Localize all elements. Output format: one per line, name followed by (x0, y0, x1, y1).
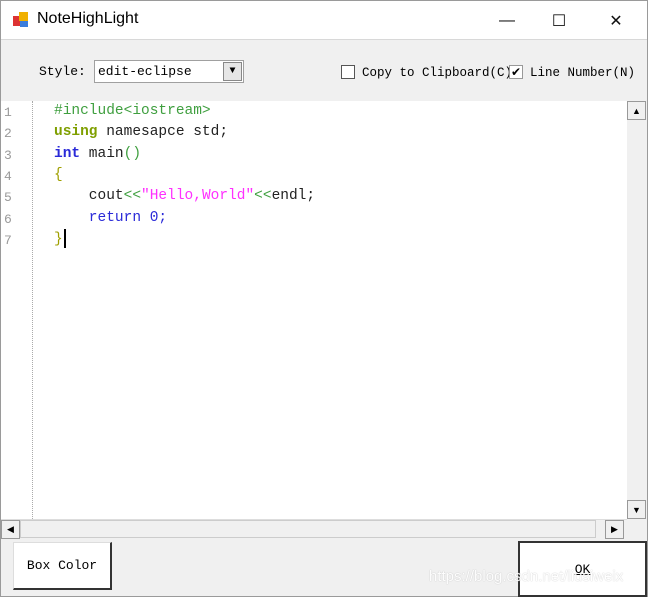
box-color-button[interactable]: Box Color (13, 542, 112, 590)
copy-to-clipboard-label: Copy to Clipboard(C) (362, 66, 513, 80)
scroll-down-icon[interactable]: ▼ (627, 500, 646, 519)
style-select[interactable]: edit-eclipse ▼ (94, 60, 244, 83)
line-number: 2 (4, 126, 12, 142)
line-number: 3 (4, 147, 12, 163)
copy-to-clipboard-checkbox[interactable] (341, 65, 355, 79)
code-token: "Hello,World" (141, 188, 255, 205)
vertical-scrollbar[interactable]: ▲ ▼ (627, 101, 646, 519)
line-number-gutter: 1 2 3 4 5 6 7 (1, 101, 33, 519)
code-token: namesapce std; (97, 124, 229, 141)
scroll-right-icon[interactable]: ▶ (605, 520, 624, 539)
checkmark-icon: ✔ (510, 65, 522, 79)
horizontal-scrollbar[interactable]: ◀ ▶ (1, 519, 627, 539)
scroll-thumb[interactable] (20, 520, 596, 538)
code-line: int main() (54, 144, 141, 165)
chevron-down-icon[interactable]: ▼ (223, 62, 242, 81)
line-number: 1 (4, 105, 12, 120)
line-number: 7 (4, 232, 12, 248)
code-line: cout<<"Hello,World"<<endl; (54, 186, 315, 207)
code-line: using namesapce std; (54, 122, 228, 143)
code-token: << (123, 188, 142, 205)
scroll-left-icon[interactable]: ◀ (1, 520, 20, 539)
line-number: 5 (4, 190, 12, 206)
title-bar: NoteHighLight — ☐ ✕ (1, 1, 647, 40)
code-token: main (80, 145, 124, 162)
code-token: << (254, 188, 272, 205)
code-token: endl; (271, 188, 316, 205)
code-line: { (54, 165, 63, 186)
line-number: 6 (4, 211, 12, 227)
code-token: int (54, 145, 81, 162)
scroll-up-icon[interactable]: ▲ (627, 101, 646, 120)
app-icon (13, 12, 28, 27)
minimize-button[interactable]: — (484, 1, 530, 40)
style-label: Style: (39, 64, 86, 79)
code-line: } (54, 228, 66, 250)
code-token: cout (54, 188, 124, 205)
code-token: #include<iostream> (54, 103, 211, 119)
code-token: using (54, 124, 98, 141)
watermark: https://blog.csdn.net/liusiweix (429, 568, 624, 585)
code-token: () (123, 145, 142, 162)
code-token: { (54, 166, 63, 183)
code-token: } (54, 231, 63, 248)
code-token: 0; (141, 209, 168, 226)
window-title: NoteHighLight (37, 10, 139, 27)
code-line: #include<iostream> (54, 101, 211, 122)
line-number-checkbox[interactable]: ✔ (509, 65, 523, 79)
code-editor[interactable]: 1 2 3 4 5 6 7 #include<iostream> using namesapc… (1, 101, 627, 519)
style-select-value: edit-eclipse (98, 64, 192, 79)
maximize-button[interactable]: ☐ (536, 1, 582, 40)
code-token: return (54, 209, 142, 226)
line-number: 4 (4, 168, 12, 184)
close-button[interactable]: ✕ (593, 1, 639, 40)
text-cursor (63, 228, 66, 248)
line-number-label: Line Number(N) (530, 66, 636, 80)
code-line: return 0; (54, 208, 167, 229)
